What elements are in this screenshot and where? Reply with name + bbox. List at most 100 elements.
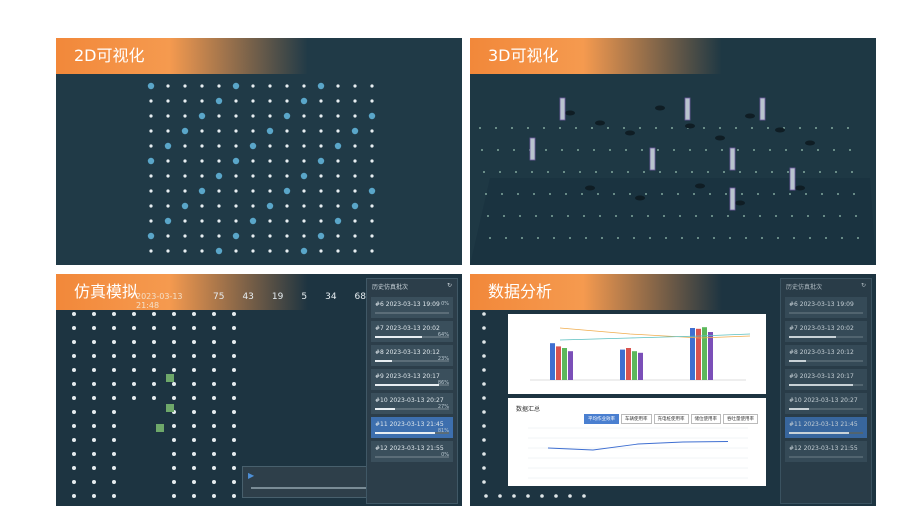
refresh-icon[interactable]: ↻ bbox=[861, 282, 866, 291]
sim-node bbox=[132, 396, 136, 400]
sim-node bbox=[112, 466, 116, 470]
playback-slider[interactable] bbox=[251, 487, 385, 489]
stat-value: 19 bbox=[271, 292, 284, 302]
grid-node bbox=[268, 219, 272, 223]
play-icon[interactable]: ▶ bbox=[248, 471, 254, 480]
robot-arm bbox=[729, 187, 736, 211]
floor-marker bbox=[745, 237, 747, 239]
grid-node bbox=[285, 144, 289, 148]
floor-marker bbox=[697, 237, 699, 239]
panel-simulation[interactable]: 仿真模拟 2023-03-13 21:48 75 43 19 5 34 68 ▶… bbox=[56, 274, 462, 506]
floor-marker bbox=[549, 193, 551, 195]
pedestal bbox=[745, 113, 755, 119]
grid-node bbox=[217, 234, 221, 238]
floor-marker bbox=[767, 127, 769, 129]
batch-progress-text: 0% bbox=[441, 301, 449, 307]
grid-node bbox=[200, 144, 204, 148]
batch-item[interactable]: #8 2023-03-13 20:12 bbox=[785, 345, 867, 366]
batch-progress bbox=[375, 456, 449, 458]
grid-node bbox=[353, 114, 357, 118]
grid-node bbox=[302, 234, 306, 238]
sim-node bbox=[72, 494, 76, 498]
sim-node bbox=[212, 354, 216, 358]
batch-item[interactable]: #6 2023-03-13 19:09 bbox=[785, 297, 867, 318]
batch-item[interactable]: #12 2023-03-13 21:55 bbox=[785, 441, 867, 462]
line-chart bbox=[528, 427, 748, 479]
floor-marker bbox=[799, 127, 801, 129]
panel-3d-visualization[interactable]: 3D可视化 bbox=[470, 38, 876, 265]
batch-item[interactable]: #7 2023-03-13 20:02 bbox=[785, 321, 867, 342]
panel-2d-visualization[interactable]: 2D可视化 bbox=[56, 38, 462, 265]
batch-item-selected[interactable]: #11 2023-03-13 21:45 81% bbox=[371, 417, 453, 438]
grid-node bbox=[217, 129, 221, 133]
batch-progress bbox=[375, 432, 449, 434]
floor-marker bbox=[841, 237, 843, 239]
batch-progress bbox=[375, 408, 449, 410]
grid-node bbox=[164, 142, 172, 150]
grid-node bbox=[266, 202, 274, 210]
grid-node bbox=[319, 99, 323, 103]
panel-data-analysis[interactable]: 数据分析 历史仿真批次 ↻ #6 2023-03-13 19:09 #7 202… bbox=[470, 274, 876, 506]
sim-node bbox=[192, 368, 196, 372]
floor-marker bbox=[517, 193, 519, 195]
sim-node bbox=[554, 494, 558, 498]
floor-marker bbox=[501, 193, 503, 195]
trend-line bbox=[559, 327, 751, 339]
sim-node bbox=[92, 480, 96, 484]
floor-marker bbox=[595, 171, 597, 173]
grid-node bbox=[183, 144, 187, 148]
sim-node bbox=[112, 340, 116, 344]
sim-node bbox=[72, 466, 76, 470]
sim-node bbox=[152, 312, 156, 316]
floor-marker bbox=[479, 127, 481, 129]
batch-item[interactable]: #9 2023-03-13 20:17 bbox=[785, 369, 867, 390]
sim-node bbox=[72, 340, 76, 344]
sim-node bbox=[72, 326, 76, 330]
grid-node bbox=[285, 84, 289, 88]
floor-marker bbox=[759, 215, 761, 217]
grid-node bbox=[319, 174, 323, 178]
grid-node bbox=[319, 144, 323, 148]
grid-node bbox=[251, 84, 255, 88]
batch-item[interactable]: #7 2023-03-13 20:02 64% bbox=[371, 321, 453, 342]
bar bbox=[638, 352, 643, 380]
batch-progress bbox=[375, 384, 449, 386]
grid-node bbox=[183, 249, 187, 253]
floor-marker bbox=[705, 149, 707, 151]
batch-item[interactable]: #6 2023-03-13 19:09 0% bbox=[371, 297, 453, 318]
sim-node bbox=[152, 326, 156, 330]
sim-node bbox=[212, 340, 216, 344]
sim-node bbox=[72, 382, 76, 386]
batch-item[interactable]: #10 2023-03-13 20:27 27% bbox=[371, 393, 453, 414]
grid-node bbox=[149, 249, 153, 253]
vehicle bbox=[156, 424, 164, 432]
grid-node bbox=[166, 159, 170, 163]
batch-progress bbox=[375, 360, 449, 362]
sim-node bbox=[482, 410, 486, 414]
sim-node bbox=[482, 438, 486, 442]
floor-marker bbox=[663, 215, 665, 217]
grid-node bbox=[268, 84, 272, 88]
grid-node bbox=[249, 217, 257, 225]
grid-node bbox=[370, 249, 374, 253]
grid-node bbox=[351, 127, 359, 135]
grid-node bbox=[353, 234, 357, 238]
batch-item[interactable]: #9 2023-03-13 20:17 86% bbox=[371, 369, 453, 390]
sim-node bbox=[212, 480, 216, 484]
grid-node bbox=[251, 234, 255, 238]
floor-marker bbox=[833, 149, 835, 151]
floor-marker bbox=[853, 193, 855, 195]
batch-item[interactable]: #12 2023-03-13 21:55 0% bbox=[371, 441, 453, 462]
batch-item-selected[interactable]: #11 2023-03-13 21:45 bbox=[785, 417, 867, 438]
batch-item[interactable]: #10 2023-03-13 20:27 bbox=[785, 393, 867, 414]
floor-marker bbox=[725, 193, 727, 195]
sim-node bbox=[132, 382, 136, 386]
floor-marker bbox=[633, 237, 635, 239]
floor-marker bbox=[809, 237, 811, 239]
batch-item[interactable]: #8 2023-03-13 20:12 23% bbox=[371, 345, 453, 366]
floor-marker bbox=[743, 215, 745, 217]
sim-node bbox=[212, 494, 216, 498]
refresh-icon[interactable]: ↻ bbox=[447, 282, 452, 291]
grid-node bbox=[215, 97, 223, 105]
grid-node bbox=[268, 189, 272, 193]
